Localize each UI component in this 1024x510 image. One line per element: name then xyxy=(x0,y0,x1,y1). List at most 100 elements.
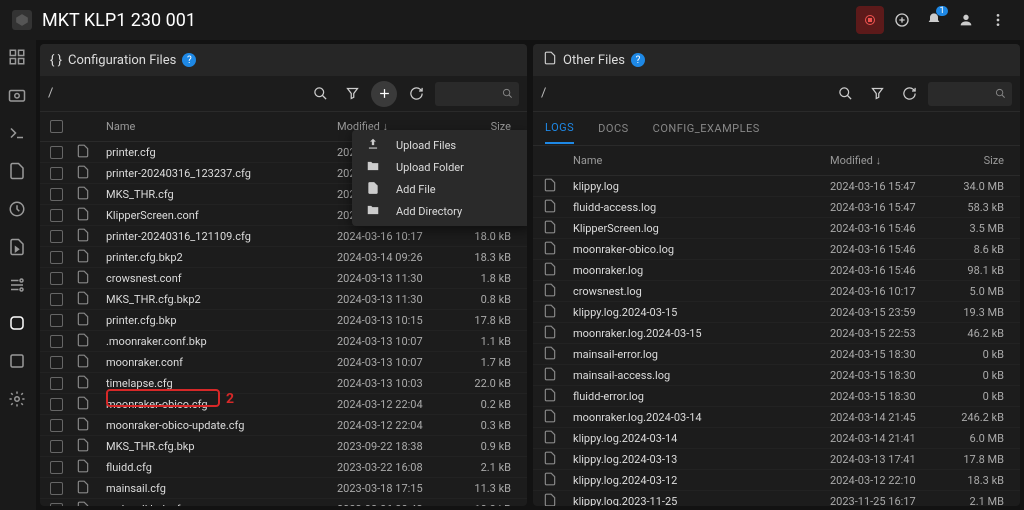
timelapse-icon[interactable] xyxy=(8,238,28,258)
table-row[interactable]: moonraker.log.2024-03-142024-03-14 21:45… xyxy=(533,407,1020,428)
table-row[interactable]: klippy.log.2024-03-132024-03-13 17:4117.… xyxy=(533,449,1020,470)
file-size: 19.3 MB xyxy=(950,306,1010,319)
file-modified: 2024-03-15 18:30 xyxy=(830,348,950,361)
history-icon[interactable] xyxy=(8,200,28,220)
table-row[interactable]: mainsail.cfg2023-03-18 17:1511.3 kB xyxy=(40,478,527,499)
row-checkbox[interactable] xyxy=(50,293,63,306)
row-checkbox[interactable] xyxy=(50,377,63,390)
interface-icon[interactable] xyxy=(8,352,28,372)
row-checkbox[interactable] xyxy=(50,356,63,369)
emergency-stop-button[interactable] xyxy=(856,6,884,34)
file-name: klippy.log.2023-11-25 xyxy=(573,495,830,507)
search-icon[interactable] xyxy=(307,81,333,107)
more-vert-icon[interactable] xyxy=(984,6,1012,34)
add-icon[interactable] xyxy=(888,6,916,34)
tab-config-examples[interactable]: CONFIG_EXAMPLES xyxy=(653,114,760,143)
search-input[interactable] xyxy=(441,87,502,100)
file-icon xyxy=(543,325,573,342)
panel-title: Configuration Files xyxy=(68,53,176,68)
row-checkbox[interactable] xyxy=(50,482,63,495)
row-checkbox[interactable] xyxy=(50,146,63,159)
table-row[interactable]: MKS_THR.cfg.bkp22024-03-13 11:300.8 kB xyxy=(40,289,527,310)
search-icon[interactable] xyxy=(832,81,858,107)
table-row[interactable]: moonraker.conf2024-03-13 10:071.7 kB xyxy=(40,352,527,373)
file-name: printer.cfg.bkp xyxy=(106,314,337,327)
file-size: 11.3 kB xyxy=(457,482,517,495)
gcode-icon[interactable] xyxy=(8,162,28,182)
select-all-checkbox[interactable] xyxy=(50,120,63,133)
table-row[interactable]: crowsnest.log2024-03-16 10:175.0 MB xyxy=(533,281,1020,302)
row-checkbox[interactable] xyxy=(50,167,63,180)
filter-icon[interactable] xyxy=(864,81,890,107)
col-name[interactable]: Name xyxy=(106,120,337,133)
table-row[interactable]: moonraker.log2024-03-16 15:4698.1 kB xyxy=(533,260,1020,281)
table-row[interactable]: moonraker-obico-update.cfg2024-03-12 22:… xyxy=(40,415,527,436)
file-icon xyxy=(543,304,573,321)
tab-docs[interactable]: DOCS xyxy=(598,114,628,143)
table-row[interactable]: klippy.log2024-03-16 15:4734.0 MB xyxy=(533,176,1020,197)
menu-add-directory[interactable]: Add Directory xyxy=(352,200,527,222)
file-name: fluidd-access.log xyxy=(573,201,830,214)
tune-icon[interactable] xyxy=(8,276,28,296)
row-checkbox[interactable] xyxy=(50,272,63,285)
col-modified[interactable]: Modified ↓ xyxy=(830,154,950,167)
tab-logs[interactable]: LOGS xyxy=(545,113,574,144)
row-checkbox[interactable] xyxy=(50,440,63,453)
table-row[interactable]: moonraker-obico.log2024-03-16 15:468.6 k… xyxy=(533,239,1020,260)
dashboard-icon[interactable] xyxy=(8,48,28,68)
console-icon[interactable] xyxy=(8,124,28,144)
table-row[interactable]: klippy.log.2024-03-152024-03-15 23:5919.… xyxy=(533,302,1020,323)
table-row[interactable]: klippy.log.2024-03-122024-03-12 22:1018.… xyxy=(533,470,1020,491)
menu-add-file[interactable]: Add File xyxy=(352,178,527,200)
user-icon[interactable] xyxy=(952,6,980,34)
path-display: / xyxy=(48,86,301,101)
table-row[interactable]: fluidd-access.log2024-03-16 15:4758.3 kB xyxy=(533,197,1020,218)
row-checkbox[interactable] xyxy=(50,314,63,327)
row-checkbox[interactable] xyxy=(50,209,63,222)
file-name: mainsail-access.log xyxy=(573,369,830,382)
row-checkbox[interactable] xyxy=(50,398,63,411)
settings-icon[interactable] xyxy=(8,390,28,410)
notifications-icon[interactable]: 1 xyxy=(920,6,948,34)
file-icon xyxy=(543,388,573,405)
row-checkbox[interactable] xyxy=(50,230,63,243)
search-input[interactable] xyxy=(934,87,995,100)
filter-icon[interactable] xyxy=(339,81,365,107)
menu-upload-files[interactable]: Upload Files xyxy=(352,134,527,156)
table-row[interactable]: mainsail-error.log2024-03-15 18:300 kB xyxy=(533,344,1020,365)
row-checkbox[interactable] xyxy=(50,503,63,507)
table-row[interactable]: fluidd.cfg2023-03-22 16:082.1 kB xyxy=(40,457,527,478)
table-row[interactable]: MKS_THR.cfg.bkp2023-09-22 18:380.9 kB xyxy=(40,436,527,457)
table-row[interactable]: klippy.log.2023-11-252023-11-25 16:172.1… xyxy=(533,491,1020,506)
col-size[interactable]: Size xyxy=(950,154,1010,167)
row-checkbox[interactable] xyxy=(50,335,63,348)
info-icon[interactable]: ? xyxy=(631,53,645,67)
add-button[interactable] xyxy=(371,81,397,107)
table-row[interactable]: timelapse.cfg2024-03-13 10:0322.0 kB xyxy=(40,373,527,394)
app-logo-icon[interactable] xyxy=(12,10,32,30)
table-row[interactable]: mainsail-access.log2024-03-15 18:300 kB xyxy=(533,365,1020,386)
row-checkbox[interactable] xyxy=(50,188,63,201)
file-icon xyxy=(76,270,106,287)
table-row[interactable]: printer.cfg.bkp2024-03-13 10:1517.8 kB xyxy=(40,310,527,331)
info-icon[interactable]: ? xyxy=(182,53,196,67)
machine-icon[interactable] xyxy=(8,314,28,334)
table-row[interactable]: moonraker-obico.cfg2024-03-12 22:040.2 k… xyxy=(40,394,527,415)
refresh-icon[interactable] xyxy=(896,81,922,107)
row-checkbox[interactable] xyxy=(50,419,63,432)
refresh-icon[interactable] xyxy=(403,81,429,107)
col-name[interactable]: Name xyxy=(573,154,830,167)
table-row[interactable]: printer-20240316_121109.cfg2024-03-16 10… xyxy=(40,226,527,247)
table-row[interactable]: printer.cfg.bkp22024-03-14 09:2618.3 kB xyxy=(40,247,527,268)
table-row[interactable]: fluidd-error.log2024-03-15 18:300 kB xyxy=(533,386,1020,407)
row-checkbox[interactable] xyxy=(50,251,63,264)
table-row[interactable]: mainsail.bak.cfg2023-02-26 20:4310.2 kB xyxy=(40,499,527,506)
row-checkbox[interactable] xyxy=(50,461,63,474)
table-row[interactable]: klippy.log.2024-03-142024-03-14 21:416.0… xyxy=(533,428,1020,449)
table-row[interactable]: crowsnest.conf2024-03-13 11:301.8 kB xyxy=(40,268,527,289)
table-row[interactable]: moonraker.log.2024-03-152024-03-15 22:53… xyxy=(533,323,1020,344)
table-row[interactable]: KlipperScreen.log2024-03-16 15:463.5 MB xyxy=(533,218,1020,239)
table-row[interactable]: .moonraker.conf.bkp2024-03-13 10:071.1 k… xyxy=(40,331,527,352)
camera-icon[interactable] xyxy=(8,86,28,106)
menu-upload-folder[interactable]: Upload Folder xyxy=(352,156,527,178)
